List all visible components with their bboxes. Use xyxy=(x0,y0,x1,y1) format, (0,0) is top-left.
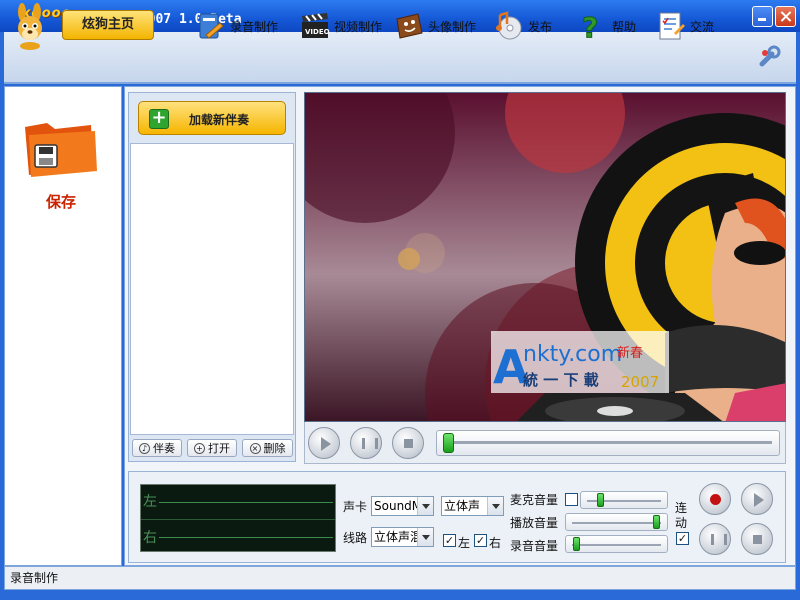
toolbar-item-video[interactable]: VIDEO 视频制作 xyxy=(300,8,382,44)
seek-thumb[interactable] xyxy=(443,433,454,453)
toolbar-item-label: 帮助 xyxy=(612,19,637,34)
record-button[interactable] xyxy=(699,483,731,515)
line-value: 立体声混 xyxy=(374,530,423,544)
line-select[interactable]: 立体声混 xyxy=(371,527,434,547)
rec-volume-label: 录音音量 xyxy=(510,539,559,553)
window-bottom-border xyxy=(0,590,800,600)
load-accompaniment-button[interactable]: + 加载新伴奏 xyxy=(138,101,286,135)
cd-music-icon xyxy=(496,11,522,40)
video-clapper-icon: VIDEO xyxy=(302,13,330,38)
rec-stop-button[interactable] xyxy=(741,523,773,555)
video-preview[interactable]: A nkty.com 統 一 下 載 新春 2007 xyxy=(304,92,786,422)
level-meter: 左 右 xyxy=(140,484,336,552)
soundcard-select[interactable]: SoundM xyxy=(371,496,434,516)
home-button[interactable]: 炫狗主页 xyxy=(62,10,154,40)
soundcard-label: 声卡 xyxy=(343,500,368,514)
microphone-doc-icon xyxy=(199,13,224,39)
slider-thumb[interactable] xyxy=(573,537,581,551)
toolbar-item-label: 录音制作 xyxy=(230,19,279,34)
meter-divider xyxy=(141,519,335,520)
close-button[interactable] xyxy=(775,6,796,27)
rec-pause-button[interactable] xyxy=(699,523,731,555)
watermark-sub: 統 一 下 載 xyxy=(523,371,599,389)
rec-play-button[interactable] xyxy=(741,483,773,515)
plus-icon: + xyxy=(149,109,169,129)
soundcard-value: SoundM xyxy=(374,499,423,513)
pause-button[interactable] xyxy=(350,427,382,459)
play-volume-label: 播放音量 xyxy=(510,516,559,530)
rec-volume-slider[interactable] xyxy=(565,535,668,553)
stop-button[interactable] xyxy=(392,427,424,459)
playlist-list[interactable] xyxy=(130,143,294,435)
x-circle-icon: × xyxy=(249,442,261,454)
watermark-year: 2007 xyxy=(621,373,659,391)
left-channel-label: 左 xyxy=(458,536,471,550)
delete-button[interactable]: × 删除 xyxy=(242,439,293,457)
load-accompaniment-label: 加载新伴奏 xyxy=(189,113,250,127)
meter-right-label: 右 xyxy=(143,530,157,546)
mic-volume-slider[interactable] xyxy=(580,491,668,509)
watermark-badge: 新春 xyxy=(617,345,643,361)
line-label: 线路 xyxy=(343,531,368,545)
toolbar-item-label: 交流 xyxy=(690,19,715,34)
slider-thumb[interactable] xyxy=(653,515,661,529)
svg-text:?: ? xyxy=(582,11,598,41)
accompaniment-label: 伴奏 xyxy=(153,442,175,455)
toolbar-item-record[interactable]: 录音制作 xyxy=(196,8,278,44)
channel-mode-select[interactable]: 立体声 xyxy=(441,496,504,516)
open-button[interactable]: + 打开 xyxy=(187,439,237,457)
channel-mode-value: 立体声 xyxy=(444,499,481,513)
meter-left-label: 左 xyxy=(143,494,157,510)
slider-thumb[interactable] xyxy=(596,493,604,507)
svg-text:VIDEO: VIDEO xyxy=(305,28,330,36)
toolbar-item-label: 头像制作 xyxy=(428,19,477,34)
right-channel-checkbox[interactable]: ✓ xyxy=(474,534,487,547)
play-volume-slider[interactable] xyxy=(565,513,668,531)
mic-mute-checkbox[interactable] xyxy=(565,493,578,506)
toolbar-item-avatar[interactable]: 头像制作 xyxy=(394,8,476,44)
chevron-down-icon xyxy=(417,497,433,515)
avatar-icon xyxy=(396,13,423,39)
left-channel-checkbox[interactable]: ✓ xyxy=(443,534,456,547)
mic-volume-label: 麦克音量 xyxy=(510,493,559,507)
toolbar-item-community[interactable]: 交流 xyxy=(656,8,714,44)
chevron-down-icon xyxy=(417,528,433,546)
plus-circle-icon: + xyxy=(194,442,205,454)
preview-image: A nkty.com 統 一 下 載 新春 2007 xyxy=(305,93,785,421)
watermark-main: nkty.com xyxy=(523,342,622,367)
question-mark-icon: ? xyxy=(582,11,599,41)
meter-right-line xyxy=(159,537,333,538)
dog-mascot-icon xyxy=(18,3,42,50)
music-icon: ♪ xyxy=(139,442,150,454)
delete-label: 删除 xyxy=(263,442,286,455)
toolbar-item-publish[interactable]: 发布 xyxy=(494,8,552,44)
open-label: 打开 xyxy=(208,442,230,455)
toolbar-item-label: 发布 xyxy=(528,19,553,34)
link-checkbox[interactable]: ✓ xyxy=(676,532,689,545)
save-label[interactable]: 保存 xyxy=(5,191,117,212)
toolbar-item-label: 视频制作 xyxy=(334,19,383,34)
minimize-button[interactable] xyxy=(752,6,773,27)
right-channel-label: 右 xyxy=(489,536,502,550)
save-folder-icon[interactable] xyxy=(21,117,101,181)
play-button[interactable] xyxy=(308,427,340,459)
chevron-down-icon xyxy=(487,497,503,515)
notes-icon xyxy=(659,12,685,40)
meter-left-line xyxy=(159,502,333,503)
left-sidebar: 保存 xyxy=(4,86,122,566)
toolbar-item-help[interactable]: ? 帮助 xyxy=(578,8,637,44)
wrench-icon[interactable] xyxy=(756,44,782,70)
status-text: 录音制作 xyxy=(10,571,59,585)
accompaniment-button[interactable]: ♪ 伴奏 xyxy=(132,439,182,457)
seek-track xyxy=(446,441,772,444)
status-bar xyxy=(4,566,796,590)
link-label-2: 动 xyxy=(675,516,688,530)
